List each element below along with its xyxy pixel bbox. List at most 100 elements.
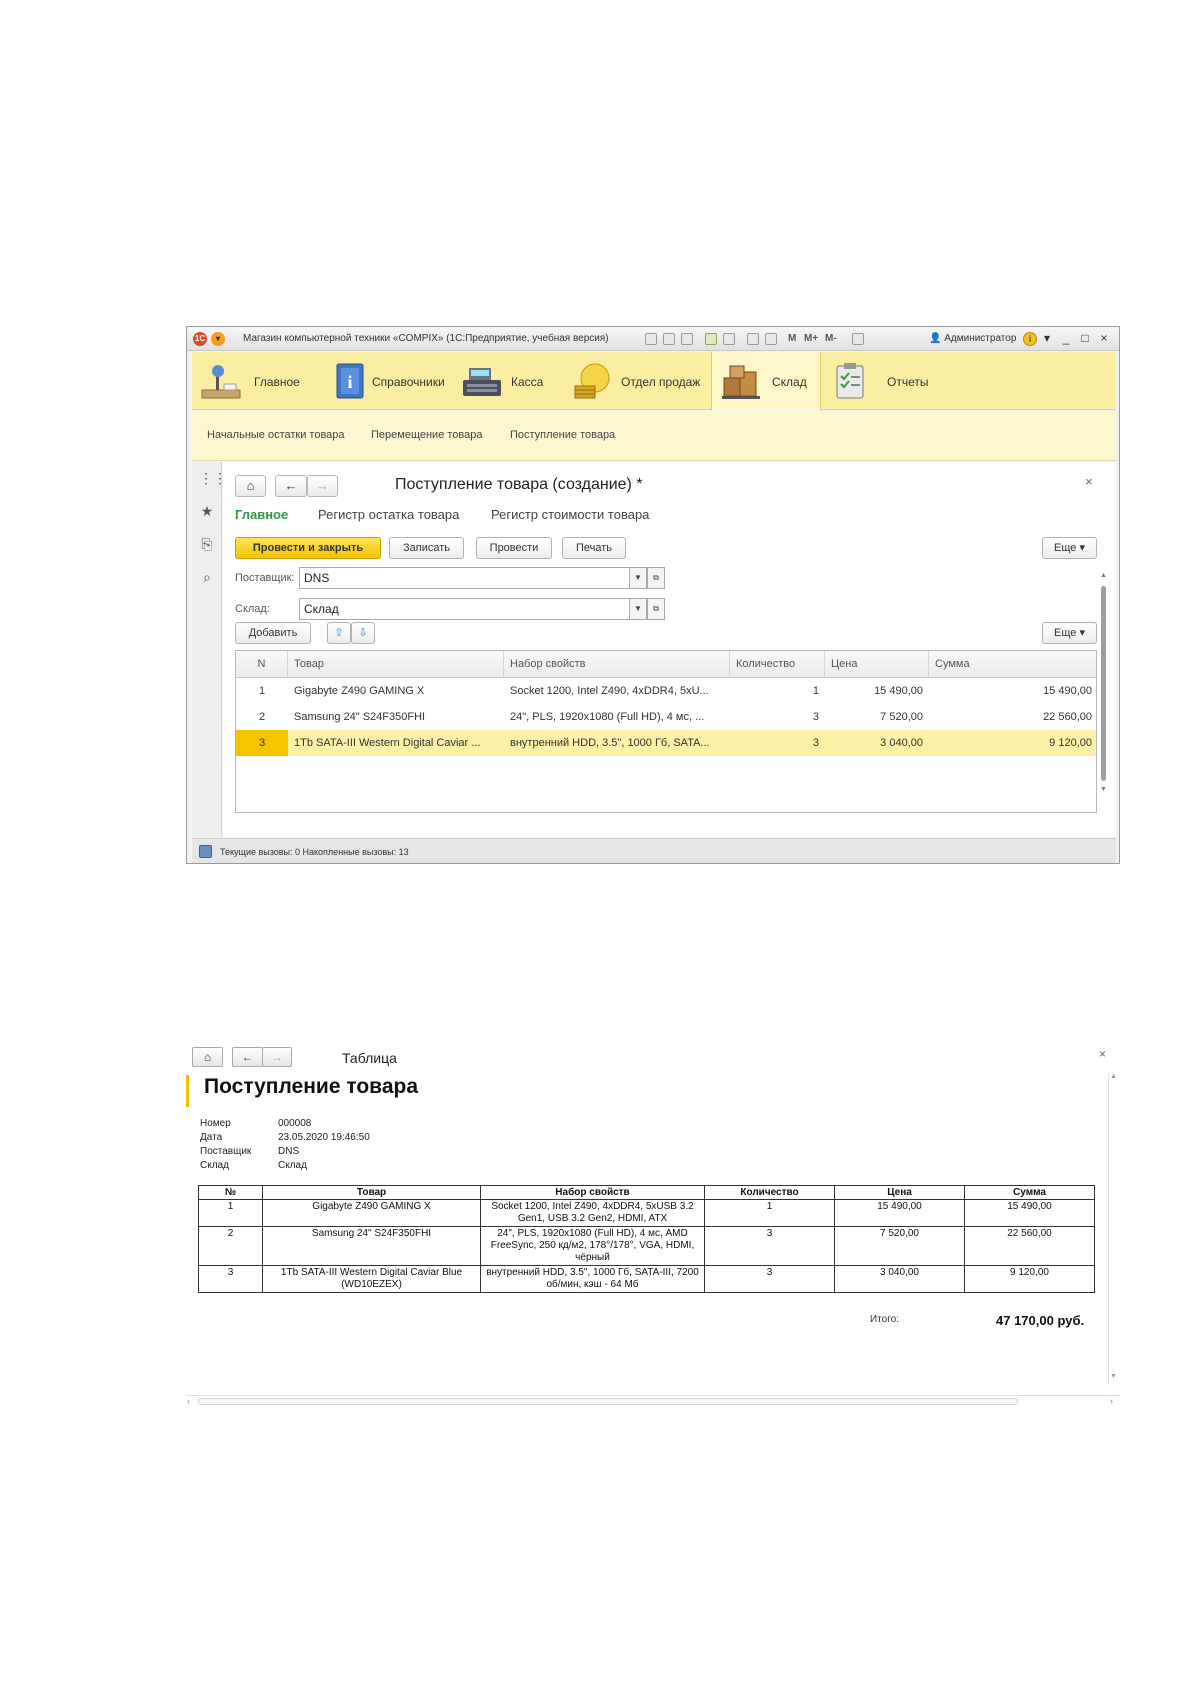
user-menu[interactable]: 👤 Администратор (929, 333, 1016, 344)
report-close-button[interactable]: × (1099, 1047, 1106, 1061)
search-icon[interactable]: ⌕ (199, 569, 215, 585)
report-back-button[interactable]: ← (232, 1047, 263, 1067)
row-number: 2 (258, 711, 266, 723)
print-button[interactable]: Печать (562, 537, 626, 559)
scroll-right-icon[interactable]: › (1110, 1396, 1113, 1406)
save-icon[interactable] (645, 333, 657, 345)
report-row: 1 Gigabyte Z490 GAMING X Socket 1200, In… (198, 1199, 1095, 1227)
memory-m-button[interactable]: M (788, 333, 796, 344)
report-cell-sum: 22 560,00 (964, 1226, 1095, 1266)
horizontal-scroll-thumb[interactable] (198, 1398, 1018, 1405)
scroll-thumb[interactable] (1101, 586, 1106, 781)
add-row-button[interactable]: Добавить (235, 622, 311, 644)
supplier-field[interactable]: DNS (299, 567, 630, 589)
column-header-qty[interactable]: Количество (730, 651, 825, 678)
forward-button[interactable]: → (307, 475, 338, 497)
memory-minus-button[interactable]: M- (825, 333, 837, 344)
arrow-up-icon: ⇧ (334, 627, 344, 639)
subnav-stock-transfer[interactable]: Перемещение товара (371, 429, 482, 441)
tab-stock-register[interactable]: Регистр остатка товара (318, 507, 459, 522)
close-window-button[interactable]: × (1097, 331, 1111, 345)
preview-icon[interactable] (681, 333, 693, 345)
scroll-up-icon[interactable]: ▲ (1110, 1073, 1117, 1080)
column-header-n[interactable]: N (236, 651, 288, 678)
back-button[interactable]: ← (275, 475, 307, 497)
info-icon[interactable]: i (1023, 332, 1037, 346)
column-header-price[interactable]: Цена (825, 651, 929, 678)
post-button[interactable]: Провести (476, 537, 552, 559)
row-item: Samsung 24" S24F350FHI (294, 711, 426, 723)
grid-menu-icon[interactable]: ⋮⋮ (199, 470, 227, 486)
tab-cost-register[interactable]: Регистр стоимости товара (491, 507, 649, 522)
subnav-initial-stock[interactable]: Начальные остатки товара (207, 429, 345, 441)
arrow-down-icon: ⇩ (358, 627, 368, 639)
report-cell-props: внутренний HDD, 3.5", 1000 Гб, SATA-III,… (480, 1265, 705, 1293)
more-actions-button[interactable]: Еще ▾ (1042, 537, 1097, 559)
number-value: 000008 (278, 1118, 312, 1129)
supplier-dropdown-button[interactable]: ▼ (629, 567, 647, 589)
table-row-selected[interactable]: 3 1Tb SATA-III Western Digital Caviar ..… (236, 730, 1096, 756)
tab-main[interactable]: Главное (235, 507, 288, 522)
warehouse-field[interactable]: Склад (299, 598, 630, 620)
section-reports[interactable]: Отчеты (821, 352, 951, 410)
panels-icon[interactable] (852, 333, 864, 345)
column-header-props[interactable]: Набор свойств (504, 651, 730, 678)
user-icon: 👤 (929, 333, 942, 344)
section-main[interactable]: Главное (192, 352, 319, 410)
report-cell-price: 7 520,00 (834, 1226, 965, 1266)
scroll-down-icon[interactable]: ▼ (1100, 786, 1107, 793)
supplier-label: Поставщик (200, 1146, 252, 1157)
section-catalogs[interactable]: i Справочники (319, 352, 453, 410)
report-vertical-scrollbar[interactable]: ▲ ▼ (1108, 1073, 1118, 1383)
more-arrow-icon[interactable]: ▾ (1040, 331, 1054, 345)
report-home-button[interactable]: ⌂ (192, 1047, 223, 1067)
scroll-up-icon[interactable]: ▲ (1100, 572, 1107, 579)
row-price: 15 490,00 (874, 685, 923, 697)
report-table: № Товар Набор свойств Количество Цена Су… (198, 1185, 1095, 1293)
scroll-left-icon[interactable]: ‹ (187, 1396, 190, 1406)
table-row[interactable]: 1 Gigabyte Z490 GAMING X Socket 1200, In… (236, 678, 1096, 704)
section-cash[interactable]: Касса (453, 352, 563, 410)
scroll-down-icon[interactable]: ▼ (1110, 1373, 1117, 1380)
form-close-button[interactable]: × (1085, 474, 1093, 489)
print-icon[interactable] (663, 333, 675, 345)
move-down-button[interactable]: ⇩ (351, 622, 375, 644)
move-up-button[interactable]: ⇧ (327, 622, 351, 644)
menu-dropdown-icon[interactable]: ▾ (211, 332, 225, 346)
history-icon[interactable] (723, 333, 735, 345)
memory-plus-button[interactable]: M+ (804, 333, 818, 344)
row-qty: 1 (812, 685, 819, 697)
cell-cursor-marker (186, 1075, 189, 1107)
more-table-button[interactable]: Еще ▾ (1042, 622, 1097, 644)
calculator-icon[interactable] (747, 333, 759, 345)
report-horizontal-scrollbar[interactable]: ‹ › (186, 1395, 1120, 1406)
subnav-goods-receipt[interactable]: Поступление товара (510, 429, 615, 441)
favorites-star-icon[interactable]: ★ (199, 503, 215, 519)
status-icon[interactable] (199, 845, 212, 858)
home-button[interactable]: ⌂ (235, 475, 266, 497)
history-icon[interactable]: ⎘ (199, 536, 215, 552)
column-header-item[interactable]: Товар (288, 651, 504, 678)
app-logo-icon[interactable]: 1С (193, 332, 207, 346)
column-header-sum[interactable]: Сумма (929, 651, 1096, 678)
post-and-close-button[interactable]: Провести и закрыть (235, 537, 381, 559)
warehouse-dropdown-button[interactable]: ▼ (629, 598, 647, 620)
calendar-icon[interactable] (765, 333, 777, 345)
form-vertical-scrollbar[interactable]: ▲ ▼ (1099, 572, 1107, 797)
maximize-button[interactable]: □ (1078, 331, 1092, 345)
section-warehouse[interactable]: Склад (711, 352, 821, 410)
section-sales[interactable]: Отдел продаж (563, 352, 711, 410)
goods-table: N Товар Набор свойств Количество Цена Су… (235, 650, 1097, 813)
warehouse-open-button[interactable]: ⧉ (647, 598, 665, 620)
report-forward-button[interactable]: → (262, 1047, 292, 1067)
favorites-icon[interactable] (705, 333, 717, 345)
table-row[interactable]: 2 Samsung 24" S24F350FHI 24", PLS, 1920x… (236, 704, 1096, 730)
report-heading: Поступление товара (204, 1075, 418, 1098)
supplier-open-button[interactable]: ⧉ (647, 567, 665, 589)
report-cell-item: Samsung 24" S24F350FHI (262, 1226, 481, 1266)
forward-arrow-icon: → (271, 1050, 283, 1064)
minimize-button[interactable]: _ (1059, 331, 1073, 345)
report-cell-qty: 3 (704, 1265, 835, 1293)
write-button[interactable]: Записать (389, 537, 464, 559)
row-props: 24", PLS, 1920x1080 (Full HD), 4 мс, ... (510, 711, 705, 723)
